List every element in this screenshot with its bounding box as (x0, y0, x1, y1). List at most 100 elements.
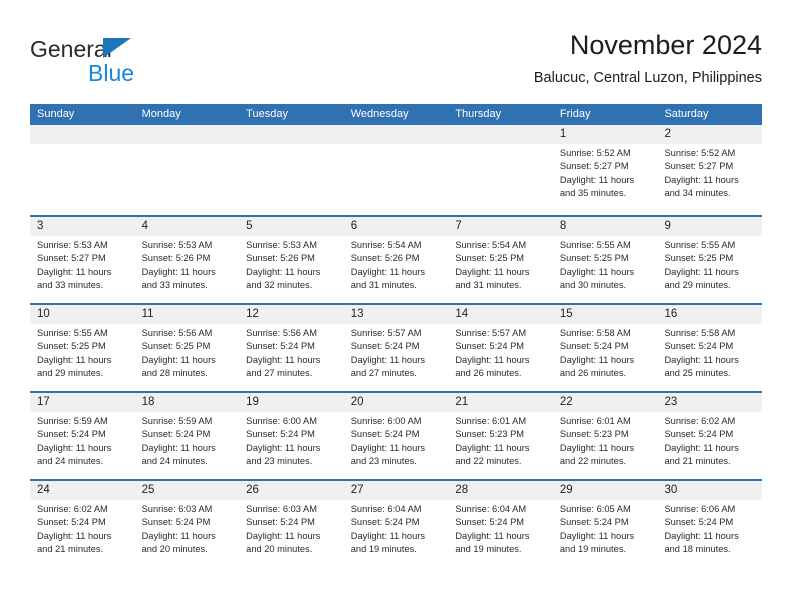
day-cell[interactable]: 8 Sunrise: 5:55 AM Sunset: 5:25 PM Dayli… (552, 217, 658, 303)
week-row: 24 Sunrise: 6:02 AM Sunset: 5:24 PM Dayl… (30, 479, 763, 567)
day-details: Sunrise: 5:53 AM Sunset: 5:26 PM Dayligh… (239, 236, 344, 292)
sunset-text: Sunset: 5:24 PM (559, 517, 629, 528)
sunset-text: Sunset: 5:24 PM (350, 341, 420, 352)
sunset-text: Sunset: 5:24 PM (455, 517, 525, 528)
day-details: Sunrise: 6:02 AM Sunset: 5:24 PM Dayligh… (30, 500, 135, 556)
day-cell[interactable]: 18 Sunrise: 5:59 AM Sunset: 5:24 PM Dayl… (134, 393, 240, 479)
day-cell[interactable]: 25 Sunrise: 6:03 AM Sunset: 5:24 PM Dayl… (134, 481, 240, 567)
weekday-header-friday: Friday (559, 108, 591, 120)
day-number: 15 (552, 305, 658, 324)
day-cell[interactable]: 14 Sunrise: 5:57 AM Sunset: 5:24 PM Dayl… (448, 305, 553, 391)
day-cell[interactable]: 27 Sunrise: 6:04 AM Sunset: 5:24 PM Dayl… (343, 481, 449, 567)
day-cell[interactable]: 12 Sunrise: 5:56 AM Sunset: 5:24 PM Dayl… (239, 305, 344, 391)
daylight-text-line1: Daylight: 11 hours (559, 266, 635, 277)
day-cell[interactable]: 29 Sunrise: 6:05 AM Sunset: 5:24 PM Dayl… (552, 481, 658, 567)
generalblue-logo[interactable]: General Blue (30, 36, 250, 94)
day-cell[interactable]: 24 Sunrise: 6:02 AM Sunset: 5:24 PM Dayl… (30, 481, 135, 567)
day-details (135, 144, 240, 147)
day-number: 23 (657, 393, 763, 412)
day-cell[interactable]: 3 Sunrise: 5:53 AM Sunset: 5:27 PM Dayli… (30, 217, 135, 303)
sunrise-text: Sunrise: 6:05 AM (559, 504, 631, 514)
day-cell[interactable]: 28 Sunrise: 6:04 AM Sunset: 5:24 PM Dayl… (448, 481, 553, 567)
day-cell[interactable]: 7 Sunrise: 5:54 AM Sunset: 5:25 PM Dayli… (448, 217, 553, 303)
daylight-text-line1: Daylight: 11 hours (350, 442, 425, 453)
sunset-text: Sunset: 5:25 PM (559, 253, 629, 264)
day-number: 30 (657, 481, 763, 500)
day-details: Sunrise: 5:56 AM Sunset: 5:24 PM Dayligh… (239, 324, 344, 380)
day-cell[interactable]: 16 Sunrise: 5:58 AM Sunset: 5:24 PM Dayl… (657, 305, 763, 391)
day-details (448, 144, 553, 147)
day-number: 14 (448, 305, 553, 324)
day-details: Sunrise: 6:03 AM Sunset: 5:24 PM Dayligh… (239, 500, 344, 556)
sunrise-text: Sunrise: 5:54 AM (455, 240, 527, 250)
daylight-text-line2: and 27 minutes. (350, 367, 417, 378)
daylight-text-line2: and 25 minutes. (664, 367, 731, 378)
day-cell[interactable]: 9 Sunrise: 5:55 AM Sunset: 5:25 PM Dayli… (657, 217, 763, 303)
day-cell[interactable] (134, 125, 240, 215)
sunset-text: Sunset: 5:24 PM (141, 517, 211, 528)
sunrise-text: Sunrise: 5:55 AM (37, 328, 108, 338)
day-cell[interactable] (448, 125, 553, 215)
daylight-text-line2: and 22 minutes. (559, 455, 627, 466)
sunset-text: Sunset: 5:24 PM (455, 341, 525, 352)
day-cell[interactable]: 1 Sunrise: 5:52 AM Sunset: 5:27 PM Dayli… (552, 125, 658, 215)
day-cell[interactable]: 15 Sunrise: 5:58 AM Sunset: 5:24 PM Dayl… (552, 305, 658, 391)
sunrise-text: Sunrise: 5:55 AM (559, 240, 631, 250)
day-details: Sunrise: 5:58 AM Sunset: 5:24 PM Dayligh… (657, 324, 762, 380)
day-details: Sunrise: 5:54 AM Sunset: 5:25 PM Dayligh… (448, 236, 553, 292)
day-cell[interactable]: 21 Sunrise: 6:01 AM Sunset: 5:23 PM Dayl… (448, 393, 553, 479)
daylight-text-line2: and 27 minutes. (246, 367, 313, 378)
day-cell[interactable]: 23 Sunrise: 6:02 AM Sunset: 5:24 PM Dayl… (657, 393, 763, 479)
daylight-text-line1: Daylight: 11 hours (455, 266, 530, 277)
day-cell[interactable]: 22 Sunrise: 6:01 AM Sunset: 5:23 PM Dayl… (552, 393, 658, 479)
day-number: 25 (134, 481, 240, 500)
day-cell[interactable]: 17 Sunrise: 5:59 AM Sunset: 5:24 PM Dayl… (30, 393, 135, 479)
day-details: Sunrise: 6:04 AM Sunset: 5:24 PM Dayligh… (344, 500, 449, 556)
day-cell[interactable]: 19 Sunrise: 6:00 AM Sunset: 5:24 PM Dayl… (239, 393, 344, 479)
day-details: Sunrise: 5:55 AM Sunset: 5:25 PM Dayligh… (657, 236, 762, 292)
day-number: 8 (552, 217, 658, 236)
calendar-grid: Sunday Monday Tuesday Wednesday Thursday… (30, 104, 763, 567)
sunrise-text: Sunrise: 6:06 AM (664, 504, 736, 514)
day-details: Sunrise: 5:59 AM Sunset: 5:24 PM Dayligh… (30, 412, 135, 468)
day-cell[interactable]: 26 Sunrise: 6:03 AM Sunset: 5:24 PM Dayl… (239, 481, 344, 567)
daylight-text-line2: and 24 minutes. (141, 455, 208, 466)
weekday-header-monday: Monday (141, 108, 181, 120)
day-cell[interactable] (30, 125, 135, 215)
week-row: 1 Sunrise: 5:52 AM Sunset: 5:27 PM Dayli… (30, 125, 763, 215)
sunrise-text: Sunrise: 5:54 AM (350, 240, 422, 250)
day-number: 10 (30, 305, 135, 324)
sunrise-text: Sunrise: 5:53 AM (246, 240, 317, 250)
daylight-text-line2: and 19 minutes. (559, 543, 627, 554)
sunrise-text: Sunrise: 6:03 AM (246, 504, 317, 514)
sunset-text: Sunset: 5:26 PM (246, 253, 315, 264)
daylight-text-line1: Daylight: 11 hours (664, 442, 739, 453)
day-cell[interactable] (343, 125, 449, 215)
daylight-text-line1: Daylight: 11 hours (559, 174, 635, 185)
day-number: 11 (134, 305, 240, 324)
daylight-text-line2: and 19 minutes. (455, 543, 522, 554)
daylight-text-line2: and 18 minutes. (664, 543, 731, 554)
day-cell[interactable]: 6 Sunrise: 5:54 AM Sunset: 5:26 PM Dayli… (343, 217, 449, 303)
day-details: Sunrise: 5:52 AM Sunset: 5:27 PM Dayligh… (553, 144, 658, 200)
day-cell[interactable]: 20 Sunrise: 6:00 AM Sunset: 5:24 PM Dayl… (343, 393, 449, 479)
daylight-text-line1: Daylight: 11 hours (246, 530, 321, 541)
day-cell[interactable]: 11 Sunrise: 5:56 AM Sunset: 5:25 PM Dayl… (134, 305, 240, 391)
day-cell[interactable]: 4 Sunrise: 5:53 AM Sunset: 5:26 PM Dayli… (134, 217, 240, 303)
weekday-header-tuesday: Tuesday (246, 108, 288, 120)
weekday-header-sunday: Sunday (37, 108, 75, 120)
day-cell[interactable]: 5 Sunrise: 5:53 AM Sunset: 5:26 PM Dayli… (239, 217, 344, 303)
daylight-text-line1: Daylight: 11 hours (455, 354, 530, 365)
day-cell[interactable]: 2 Sunrise: 5:52 AM Sunset: 5:27 PM Dayli… (657, 125, 763, 215)
day-cell[interactable]: 30 Sunrise: 6:06 AM Sunset: 5:24 PM Dayl… (657, 481, 763, 567)
weekday-header-wednesday: Wednesday (350, 108, 409, 120)
day-cell[interactable] (239, 125, 344, 215)
day-cell[interactable]: 13 Sunrise: 5:57 AM Sunset: 5:24 PM Dayl… (343, 305, 449, 391)
sunrise-text: Sunrise: 6:03 AM (141, 504, 213, 514)
calendar-page: General Blue November 2024 Balucuc, Cent… (0, 0, 792, 612)
weekday-header-saturday: Saturday (664, 108, 709, 120)
day-cell[interactable]: 10 Sunrise: 5:55 AM Sunset: 5:25 PM Dayl… (30, 305, 135, 391)
day-number: 22 (552, 393, 658, 412)
day-details: Sunrise: 6:01 AM Sunset: 5:23 PM Dayligh… (553, 412, 658, 468)
daylight-text-line1: Daylight: 11 hours (455, 530, 530, 541)
